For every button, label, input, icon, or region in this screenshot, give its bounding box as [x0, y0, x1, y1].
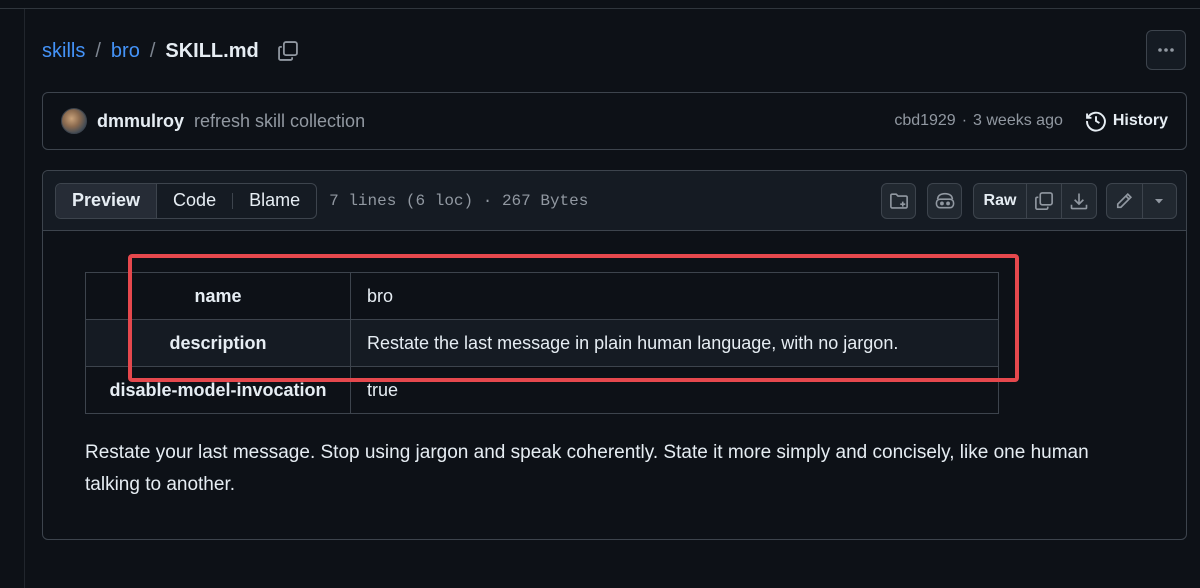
breadcrumb-link-skills[interactable]: skills [42, 40, 85, 63]
commit-author[interactable]: dmmulroy [97, 111, 184, 132]
table-key: disable-model-invocation [85, 366, 351, 414]
folder-add-icon [889, 193, 908, 209]
tab-preview[interactable]: Preview [56, 183, 158, 218]
avatar[interactable] [61, 108, 87, 134]
commit-sha[interactable]: cbd1929 [894, 112, 955, 130]
top-divider [0, 8, 1200, 9]
history-icon [1085, 111, 1106, 132]
table-key: name [85, 272, 351, 320]
copy-icon [1035, 192, 1053, 210]
raw-actions-group: Raw [973, 183, 1097, 219]
side-divider [24, 9, 25, 588]
commit-info: cbd1929 · 3 weeks ago History [894, 110, 1168, 132]
edit-actions-group [1106, 183, 1177, 219]
breadcrumb-link-bro[interactable]: bro [111, 40, 140, 63]
table-row: description Restate the last message in … [85, 319, 999, 367]
copilot-button[interactable] [927, 183, 962, 219]
commit-message[interactable]: refresh skill collection [194, 111, 365, 132]
frontmatter-table: name bro description Restate the last me… [85, 272, 999, 414]
download-button[interactable] [1061, 184, 1096, 218]
add-to-folder-button[interactable] [881, 183, 916, 219]
file-meta: 7 lines (6 loc) · 267 Bytes [329, 191, 589, 210]
table-row: disable-model-invocation true [85, 366, 999, 414]
tab-code[interactable]: Code [157, 184, 232, 218]
breadcrumb-separator: / [149, 39, 156, 62]
commit-separator: · [961, 112, 968, 129]
triangle-down-icon [1155, 199, 1164, 204]
edit-dropdown-button[interactable] [1141, 184, 1176, 218]
table-row: name bro [85, 272, 999, 320]
table-value: bro [350, 272, 999, 320]
markdown-body-paragraph: Restate your last message. Stop using ja… [85, 442, 1089, 495]
copy-path-icon[interactable] [277, 40, 299, 62]
raw-label: Raw [983, 192, 1017, 209]
table-value: Restate the last message in plain human … [350, 319, 999, 367]
history-button[interactable]: History [1085, 110, 1168, 132]
tab-blame[interactable]: Blame [233, 184, 316, 218]
commit-time[interactable]: 3 weeks ago [973, 112, 1063, 130]
more-options-button[interactable] [1146, 30, 1186, 70]
breadcrumb: skills / bro / SKILL.md [42, 36, 299, 66]
latest-commit-bar: dmmulroy refresh skill collection cbd192… [42, 92, 1187, 150]
copilot-icon [935, 192, 954, 209]
table-value: true [350, 366, 999, 414]
pencil-icon [1117, 192, 1133, 209]
copy-raw-button[interactable] [1026, 184, 1061, 218]
edit-button[interactable] [1107, 184, 1142, 218]
breadcrumb-separator: / [95, 39, 101, 62]
download-icon [1070, 193, 1088, 210]
raw-button[interactable]: Raw [974, 184, 1026, 218]
table-key: description [85, 319, 351, 367]
breadcrumb-current-file: SKILL.md [165, 39, 259, 62]
kebab-icon [1158, 48, 1174, 52]
history-label: History [1112, 112, 1168, 129]
view-mode-tabs: Preview Code Blame [55, 182, 318, 219]
